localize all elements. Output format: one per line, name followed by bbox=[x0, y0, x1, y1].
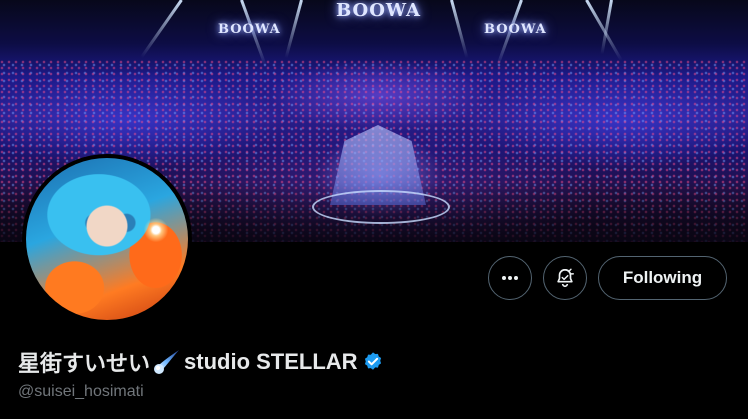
profile-display-name: 星街すいせい studio STELLAR bbox=[18, 346, 384, 378]
profile-handle: @suisei_hosimati bbox=[18, 383, 144, 400]
bell-notification-icon bbox=[557, 268, 574, 288]
comet-icon bbox=[152, 348, 182, 376]
display-name-prefix: 星街すいせい bbox=[18, 351, 151, 376]
stage-ring bbox=[312, 190, 450, 224]
display-name-suffix: studio STELLAR bbox=[184, 349, 358, 374]
stage-sign-center: BOOWA bbox=[336, 0, 421, 21]
avatar-image bbox=[26, 158, 188, 320]
light-beam bbox=[140, 0, 183, 59]
notifications-toggle-button[interactable] bbox=[543, 256, 587, 300]
more-horizontal-icon bbox=[502, 276, 518, 280]
stage-sign-right: BOOWA bbox=[484, 22, 547, 37]
stage-sign-left: BOOWA bbox=[218, 22, 281, 37]
light-beam bbox=[450, 0, 469, 59]
verified-badge-icon[interactable] bbox=[362, 351, 384, 373]
following-button[interactable]: Following bbox=[598, 256, 727, 300]
more-options-button[interactable] bbox=[488, 256, 532, 300]
light-beam bbox=[284, 0, 303, 59]
profile-avatar[interactable] bbox=[22, 154, 192, 324]
